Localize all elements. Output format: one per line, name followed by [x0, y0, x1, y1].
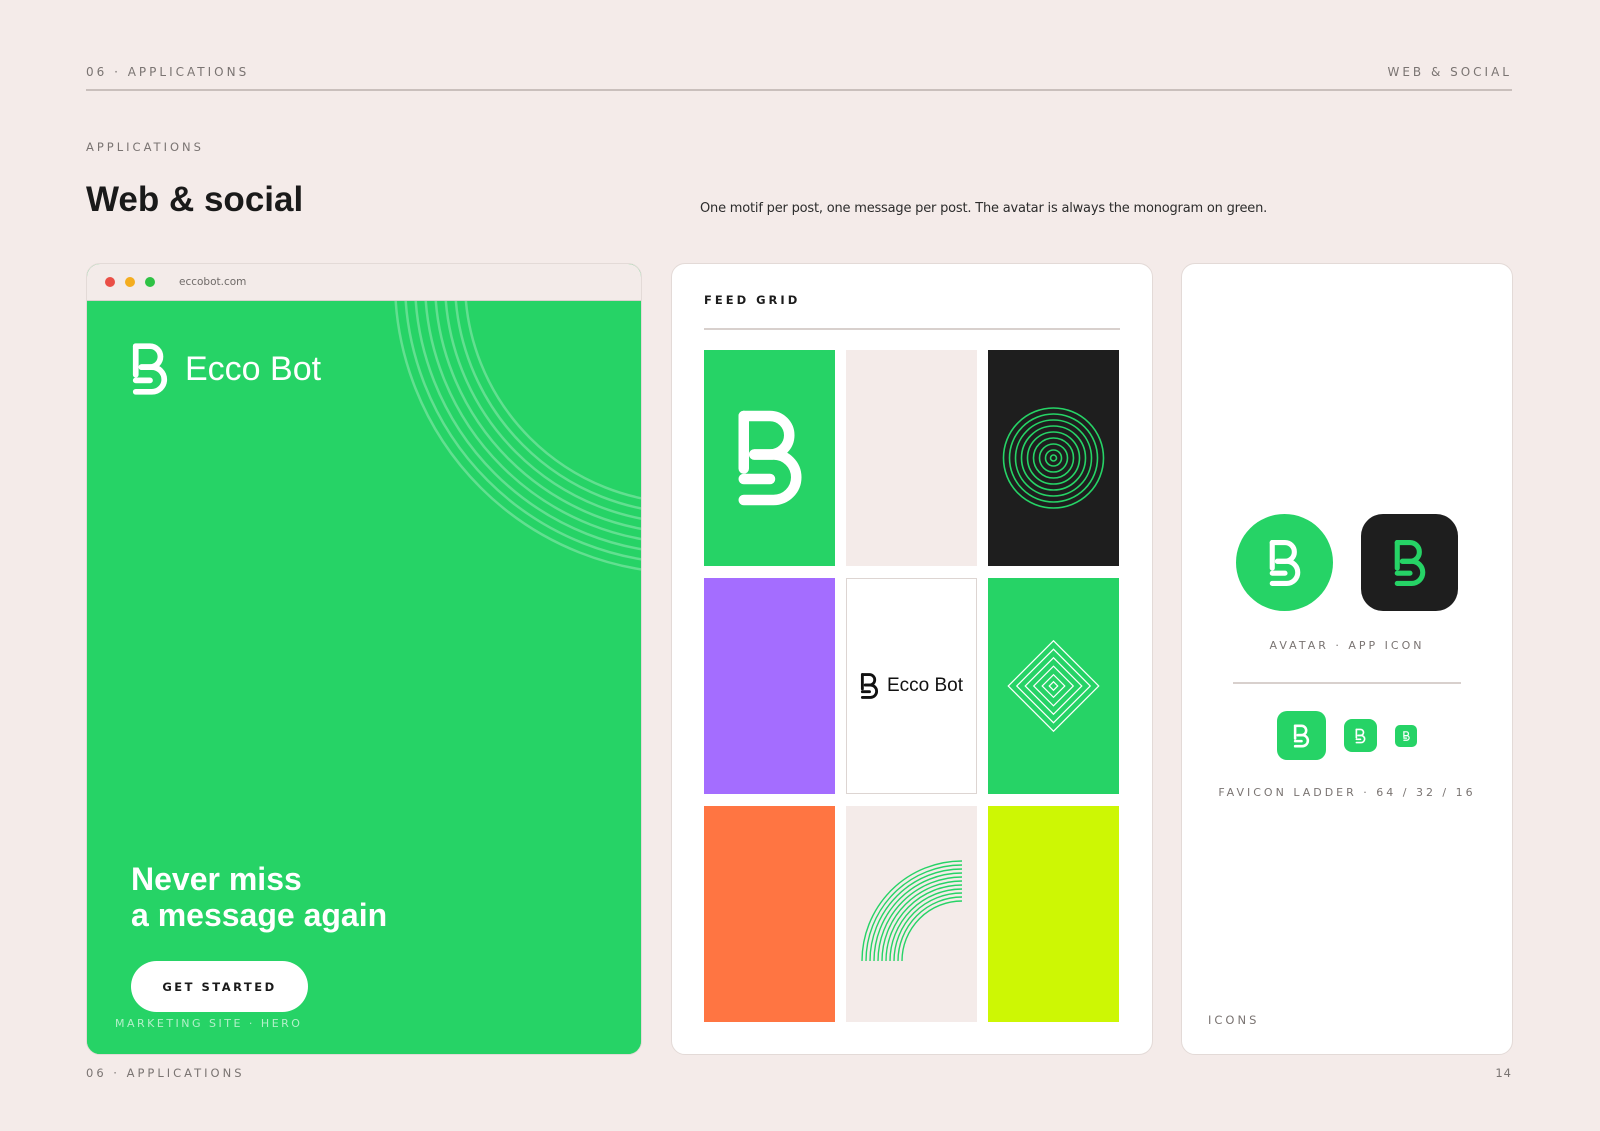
header-divider	[86, 89, 1512, 91]
app-icon[interactable]	[1361, 514, 1458, 611]
avatar-row	[1182, 514, 1512, 611]
monogram-icon	[860, 673, 879, 699]
feed-grid-card: FEED GRID Ecco Bot	[671, 263, 1153, 1055]
window-close-dot[interactable]	[105, 277, 115, 287]
browser-url[interactable]: eccobot.com	[179, 276, 246, 288]
favicon-64[interactable]	[1277, 711, 1326, 760]
feed-tile-monogram[interactable]	[704, 350, 835, 566]
page-title: Web & social	[86, 180, 304, 219]
monogram-icon	[1355, 728, 1366, 743]
hero-section: Ecco Bot Never miss a message again GET …	[87, 301, 641, 1054]
avatar[interactable]	[1236, 514, 1333, 611]
feed-tile-orange[interactable]	[704, 806, 835, 1022]
monogram-icon	[1269, 539, 1300, 586]
page-number: 14	[1495, 1066, 1512, 1080]
footer-section-label: 06 · APPLICATIONS	[86, 1066, 245, 1080]
window-maximize-dot[interactable]	[145, 277, 155, 287]
get-started-button[interactable]: GET STARTED	[131, 961, 308, 1012]
icons-caption: ICONS	[1208, 1013, 1260, 1027]
hero-arcs-motif	[394, 301, 641, 571]
favicon-16[interactable]	[1395, 724, 1417, 747]
hero-caption: MARKETING SITE · HERO	[115, 1017, 303, 1030]
feed-tile-beige[interactable]	[846, 350, 977, 566]
avatar-label: AVATAR · APP ICON	[1269, 639, 1425, 652]
feed-tile-wordmark[interactable]: Ecco Bot	[846, 578, 977, 794]
header-section-label: 06 · APPLICATIONS	[86, 65, 250, 79]
feed-tile-purple[interactable]	[704, 578, 835, 794]
feed-tile-rings[interactable]	[988, 350, 1119, 566]
feed-tile-lime[interactable]	[988, 806, 1119, 1022]
browser-toolbar: eccobot.com	[87, 264, 641, 301]
favicon-label: FAVICON LADDER · 64 / 32 / 16	[1218, 786, 1476, 799]
diamond-motif	[1007, 639, 1100, 733]
window-minimize-dot[interactable]	[125, 277, 135, 287]
monogram-icon	[1402, 730, 1410, 741]
monogram-icon	[738, 410, 801, 506]
feed-tile-diamond[interactable]	[988, 578, 1119, 794]
hero-logo[interactable]: Ecco Bot	[131, 341, 321, 397]
feed-tile-arcs[interactable]	[846, 806, 977, 1022]
section-eyebrow: APPLICATIONS	[86, 140, 204, 154]
feed-wordmark-lockup: Ecco Bot	[847, 579, 976, 793]
browser-mockup: eccobot.com Ecco Bot Never miss a messag…	[86, 263, 642, 1055]
favicon-32[interactable]	[1344, 719, 1377, 752]
monogram-icon	[1293, 724, 1310, 747]
concentric-rings-motif	[1002, 407, 1105, 509]
quarter-arcs-motif	[861, 860, 963, 962]
feed-wordmark-name: Ecco Bot	[886, 675, 964, 696]
header-topic-label: WEB & SOCIAL	[1387, 65, 1512, 79]
page-subtitle: One motif per post, one message per post…	[700, 201, 1268, 216]
monogram-icon	[1394, 539, 1425, 586]
icons-divider	[1233, 682, 1461, 684]
hero-headline-line-2: a message again	[131, 897, 388, 933]
feed-grid-divider	[704, 328, 1120, 330]
monogram-icon	[132, 343, 168, 395]
hero-headline-line-1: Never miss	[131, 861, 302, 897]
favicon-ladder	[1182, 711, 1512, 760]
icons-card: AVATAR · APP ICON FAVICON LADDER · 64 / …	[1181, 263, 1513, 1055]
hero-brand-name: Ecco Bot	[185, 349, 322, 388]
hero-headline: Never miss a message again	[131, 861, 387, 933]
feed-grid-title: FEED GRID	[704, 293, 801, 307]
